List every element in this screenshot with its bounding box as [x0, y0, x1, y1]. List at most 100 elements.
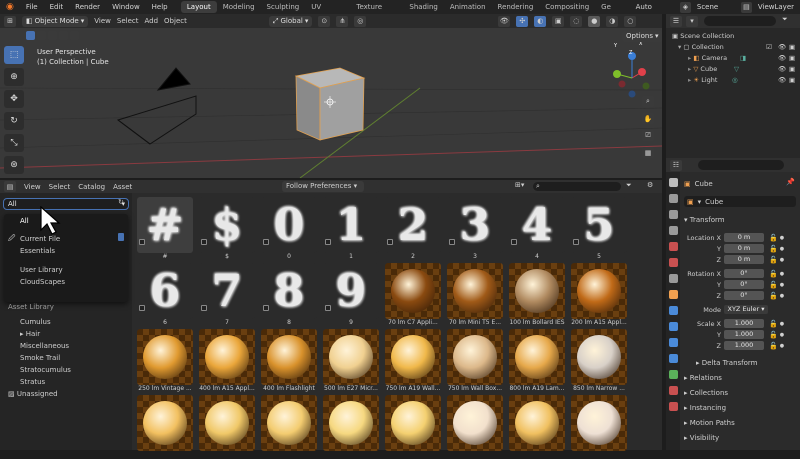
lock-icon[interactable]: 🔓 — [769, 245, 778, 253]
rotation-y-field[interactable]: 0° — [724, 280, 764, 289]
asset-tile[interactable]: # # — [135, 195, 195, 261]
asset-menu-asset[interactable]: Asset — [113, 183, 132, 191]
render-tab-icon[interactable] — [668, 194, 678, 203]
catalog-cumulus[interactable]: Cumulus — [20, 317, 51, 328]
asset-tile[interactable]: 400 lm A15 Appl... — [197, 327, 257, 393]
outliner-search-input[interactable] — [704, 16, 776, 26]
snap-icon[interactable]: ⋔ — [336, 15, 349, 27]
import-method-select[interactable]: Follow Preferences ▾ — [282, 181, 364, 192]
asset-tile[interactable]: 00 — [259, 195, 319, 261]
asset-checkbox[interactable] — [201, 305, 207, 311]
keyframe-dot-icon[interactable]: ● — [780, 293, 784, 299]
scene-collection-row[interactable]: ▣ Scene Collection — [672, 32, 734, 40]
asset-menu-select[interactable]: Select — [49, 183, 71, 191]
asset-tile[interactable]: 750 lm A19 Wall... — [383, 327, 443, 393]
rotate-icon[interactable]: ↻ — [4, 112, 24, 130]
lock-icon[interactable]: 🔓 — [769, 270, 778, 278]
zoom-icon[interactable]: ⌕ — [642, 96, 654, 107]
light-visible-icon[interactable]: 👁 — [778, 76, 786, 84]
asset-checkbox[interactable] — [325, 305, 331, 311]
asset-tile[interactable]: 500 lm E27 Micr... — [321, 327, 381, 393]
display-mode-icon[interactable]: ▾ — [686, 15, 698, 27]
asset-menu-view[interactable]: View — [24, 183, 41, 191]
asset-checkbox[interactable] — [263, 305, 269, 311]
collection-render-icon[interactable]: ▣ — [789, 43, 795, 51]
cube-render-icon[interactable]: ▣ — [789, 65, 795, 73]
catalog-stratocumulus[interactable]: Stratocumulus — [20, 365, 71, 376]
collection-check-icon[interactable]: ☑ — [766, 43, 772, 51]
menu-select[interactable]: Select — [117, 17, 139, 25]
collections-section[interactable]: ▸ Collections — [684, 387, 728, 399]
outliner-item-light[interactable]: ▸ ☀ Light ◎ 👁 ▣ — [688, 76, 800, 84]
scale-z-field[interactable]: 1.000 — [724, 341, 764, 350]
scale-icon[interactable]: ⤡ — [4, 134, 24, 152]
asset-tile[interactable] — [321, 393, 381, 459]
catalog-stratus[interactable]: Stratus — [20, 377, 45, 388]
tab-shading[interactable]: Shading — [403, 1, 443, 13]
shading-rendered-icon[interactable]: ○ — [624, 15, 637, 27]
location-x-field[interactable]: 0 m — [724, 233, 764, 242]
ortho-grid-icon[interactable]: ▦ — [642, 147, 654, 158]
tab-texture-paint[interactable]: Texture Paint — [350, 1, 403, 23]
asset-tile[interactable]: 77 — [197, 261, 257, 327]
asset-editor-icon[interactable]: ▤ — [4, 181, 16, 192]
catalog-smoke-trail[interactable]: Smoke Trail — [20, 353, 60, 364]
modifier-tab-icon[interactable] — [668, 306, 678, 315]
tab-animation[interactable]: Animation — [444, 1, 492, 13]
keyframe-dot-icon[interactable]: ● — [780, 321, 784, 327]
asset-tile[interactable]: 70 lm C7 Appli... — [383, 261, 443, 327]
asset-menu-catalog[interactable]: Catalog — [78, 183, 105, 191]
scene-name[interactable]: Scene — [691, 0, 741, 14]
overlay-icon[interactable]: ◐ — [534, 15, 547, 27]
catalog-miscellaneous[interactable]: Miscellaneous — [20, 341, 69, 352]
keyframe-dot-icon[interactable]: ● — [780, 246, 784, 252]
constraints-tab-icon[interactable] — [668, 354, 678, 363]
output-tab-icon[interactable] — [668, 210, 678, 219]
tab-modeling[interactable]: Modeling — [217, 1, 261, 13]
light-render-icon[interactable]: ▣ — [789, 76, 795, 84]
visibility-section[interactable]: ▸ Visibility — [684, 432, 719, 444]
pan-hand-icon[interactable]: ✋ — [642, 113, 654, 124]
tab-geometry-nodes[interactable]: Ge — [595, 1, 617, 13]
lock-icon[interactable]: 🔓 — [769, 342, 778, 350]
instancing-section[interactable]: ▸ Instancing — [684, 402, 726, 414]
gizmo-icon[interactable]: ✣ — [516, 15, 529, 27]
collection-tab-icon[interactable] — [668, 274, 678, 283]
world-tab-icon[interactable] — [668, 258, 678, 267]
menu-add[interactable]: Add — [144, 17, 158, 25]
select-new-icon[interactable] — [26, 31, 35, 40]
dropdown-item-all[interactable]: All — [20, 216, 29, 227]
keyframe-dot-icon[interactable]: ● — [780, 282, 784, 288]
catalog-tree-scrollbar[interactable] — [118, 233, 124, 241]
asset-tile[interactable]: 99 — [321, 261, 381, 327]
shading-solid-icon[interactable]: ● — [588, 15, 601, 27]
menu-view[interactable]: View — [94, 17, 111, 25]
asset-tile[interactable]: 55 — [569, 195, 629, 261]
keyframe-dot-icon[interactable]: ● — [780, 257, 784, 263]
keyframe-dot-icon[interactable]: ● — [780, 235, 784, 241]
motion-paths-section[interactable]: ▸ Motion Paths — [684, 417, 735, 429]
lock-icon[interactable]: 🔓 — [769, 331, 778, 339]
3d-viewport[interactable]: X Z Y User Perspective (1) Collection | … — [0, 28, 662, 178]
catalog-hair[interactable]: ▸ Hair — [20, 329, 40, 340]
options-button[interactable]: Options ▾ — [622, 31, 662, 42]
menu-help[interactable]: Help — [146, 0, 174, 14]
data-tab-icon[interactable] — [668, 370, 678, 379]
scene-icon[interactable]: ◈ — [679, 1, 691, 13]
visibility-icon[interactable]: 👁 — [498, 15, 511, 27]
asset-checkbox[interactable] — [387, 239, 393, 245]
menu-edit[interactable]: Edit — [44, 0, 70, 14]
asset-tile[interactable]: 88 — [259, 261, 319, 327]
asset-tile[interactable] — [445, 393, 505, 459]
object-name-row[interactable]: ▣ Cube 📌 — [684, 178, 796, 189]
keyframe-dot-icon[interactable]: ● — [780, 332, 784, 338]
lock-icon[interactable]: 🔓 — [769, 281, 778, 289]
shading-wireframe-icon[interactable]: ◌ — [570, 15, 583, 27]
asset-tile[interactable]: 400 lm Flashlight — [259, 327, 319, 393]
select-invert-icon[interactable] — [59, 31, 68, 40]
camera-view-icon[interactable]: ⎚ — [642, 130, 654, 141]
shading-material-icon[interactable]: ◑ — [606, 15, 619, 27]
asset-filter-icon[interactable]: ⏷ — [626, 181, 632, 190]
physics-tab-icon[interactable] — [668, 338, 678, 347]
move-icon[interactable]: ✥ — [4, 90, 24, 108]
